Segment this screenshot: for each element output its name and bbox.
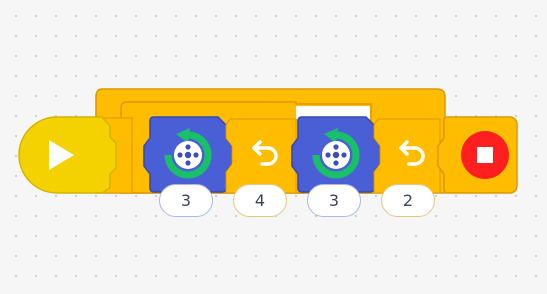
spin-param-input[interactable]: 3 xyxy=(159,184,213,217)
stop-icon xyxy=(477,147,493,163)
repeat-block[interactable] xyxy=(373,118,441,194)
start-block[interactable] xyxy=(18,116,117,194)
code-canvas[interactable]: 3 4 3 2 xyxy=(0,0,547,294)
spin-param-input[interactable]: 3 xyxy=(307,184,361,217)
spin-motor-block[interactable] xyxy=(291,116,381,193)
repeat-param-input[interactable]: 4 xyxy=(233,184,287,217)
repeat-param-input[interactable]: 2 xyxy=(381,184,435,217)
spin-motor-block[interactable] xyxy=(143,116,233,193)
repeat-block[interactable] xyxy=(225,118,297,194)
end-block[interactable] xyxy=(437,116,518,194)
